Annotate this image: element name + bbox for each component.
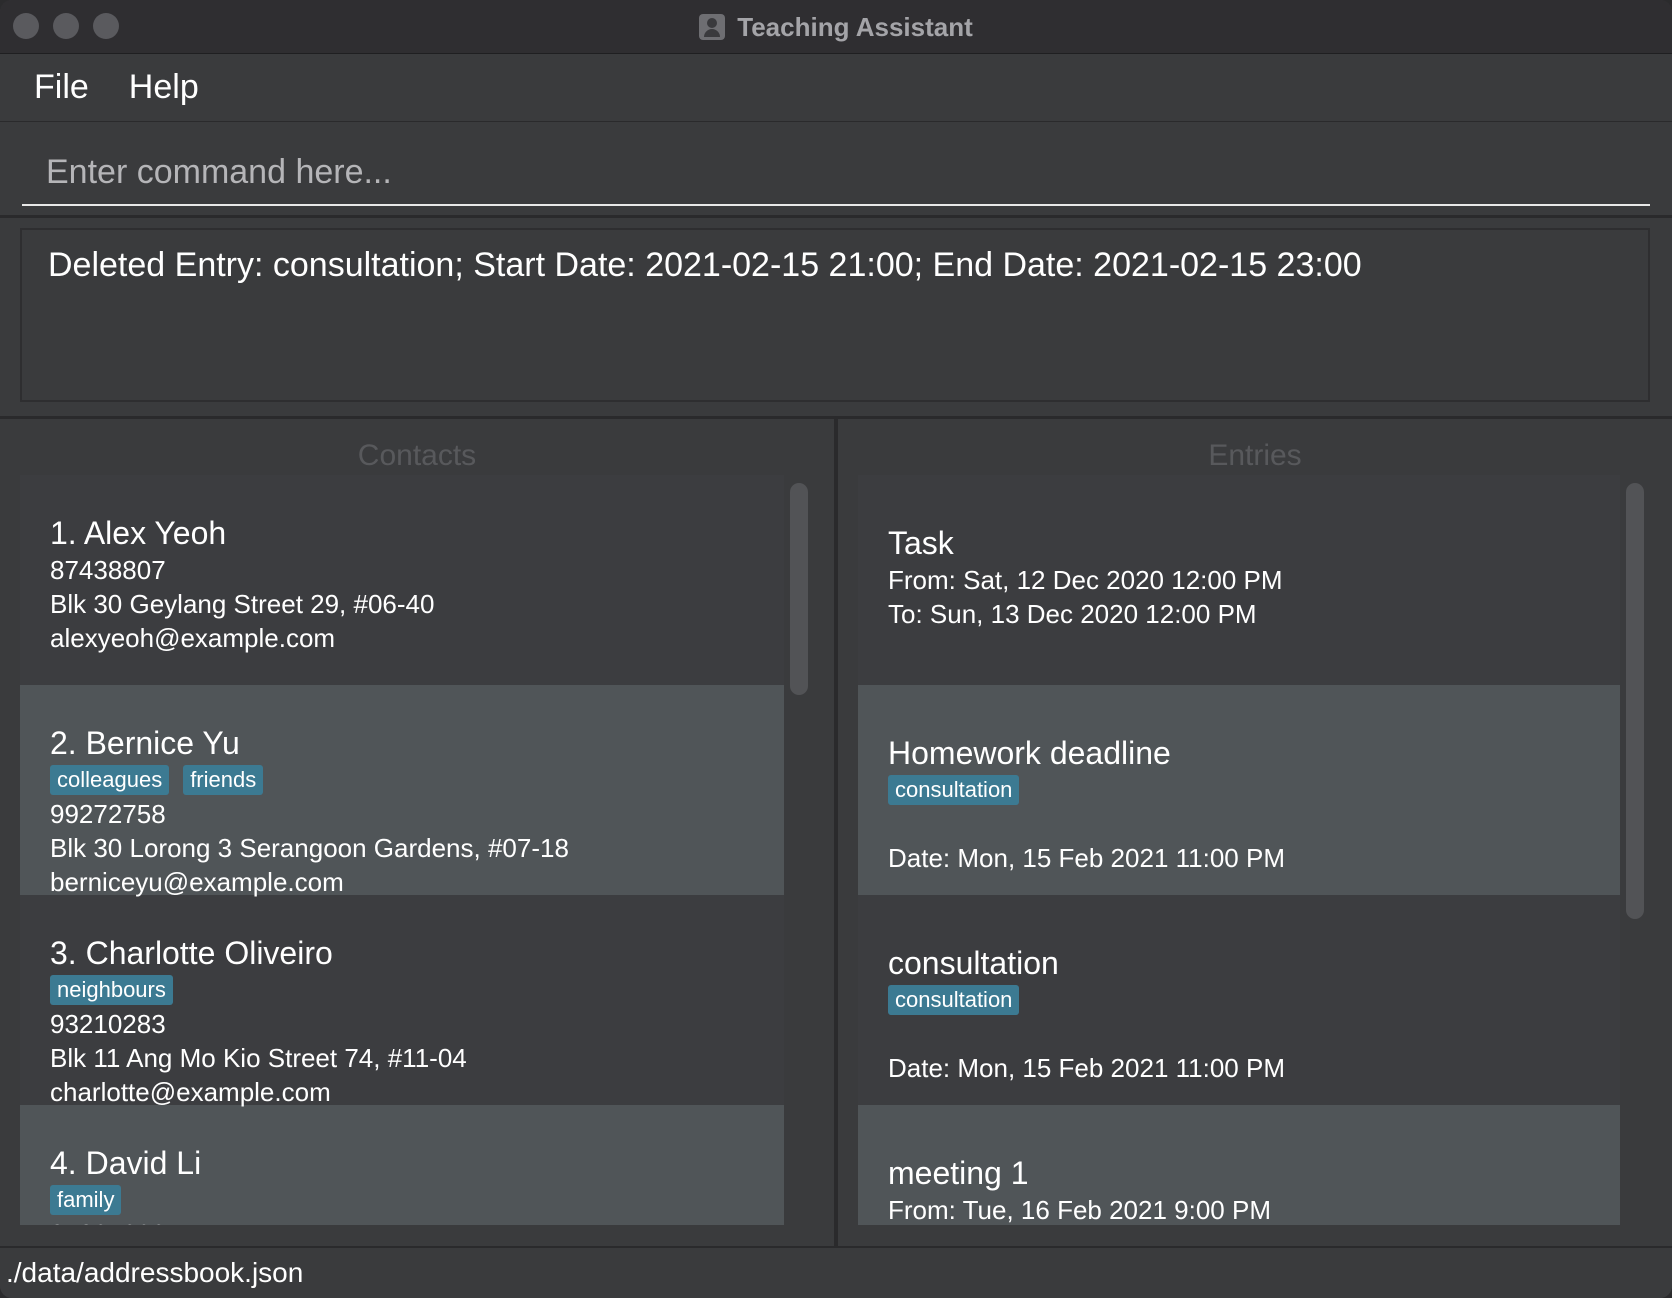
contact-address: Blk 30 Lorong 3 Serangoon Gardens, #07-1… <box>50 833 569 863</box>
entry-date: Date: Mon, 15 Feb 2021 11:00 PM <box>888 1053 1285 1083</box>
contact-phone: 99272758 <box>50 799 166 829</box>
contact-phone: 93210283 <box>50 1009 166 1039</box>
tag-badge: consultation <box>888 985 1020 1015</box>
entry-start: From: Sat, 12 Dec 2020 12:00 PM <box>888 565 1283 595</box>
entry-start: From: Tue, 16 Feb 2021 9:00 PM <box>888 1195 1271 1225</box>
contact-name: 3. Charlotte Oliveiro <box>50 935 333 971</box>
entry-card[interactable]: meeting 1 From: Tue, 16 Feb 2021 9:00 PM <box>858 1105 1620 1225</box>
status-bar-path: ./data/addressbook.json <box>0 1246 1672 1298</box>
contacts-scrollbar[interactable] <box>790 483 808 695</box>
menu-help[interactable]: Help <box>129 68 199 107</box>
entries-panel-title: Entries <box>1208 439 1302 472</box>
entry-title: Task <box>888 525 954 561</box>
entry-blank-line <box>888 807 1590 841</box>
menu-file[interactable]: File <box>34 68 89 107</box>
contact-address: Blk 30 Geylang Street 29, #06-40 <box>50 589 435 619</box>
result-message: Deleted Entry: consultation; Start Date:… <box>20 228 1650 402</box>
contact-tags: family <box>50 1183 754 1217</box>
window-title: Teaching Assistant <box>737 11 973 42</box>
title-wrap: Teaching Assistant <box>0 0 1672 54</box>
contact-phone: 91031282 <box>50 1217 754 1225</box>
contacts-panel-title: Contacts <box>357 439 477 472</box>
tag-badge: neighbours <box>50 975 173 1005</box>
tag-badge: consultation <box>888 775 1020 805</box>
contacts-list[interactable]: 1. Alex Yeoh 87438807 Blk 30 Geylang Str… <box>20 475 784 1225</box>
tag-badge: colleagues <box>50 765 170 795</box>
entry-end: To: Sun, 13 Dec 2020 12:00 PM <box>888 599 1257 629</box>
contact-card[interactable]: 4. David Li family 91031282 <box>20 1105 784 1225</box>
entry-title: consultation <box>888 945 1059 981</box>
result-display: Deleted Entry: consultation; Start Date:… <box>0 218 1672 416</box>
entry-tags: consultation <box>888 773 1590 807</box>
contact-name: 1. Alex Yeoh <box>50 515 227 551</box>
entry-tags: consultation <box>888 983 1590 1017</box>
contact-card[interactable]: 2. Bernice Yu colleagues friends 9927275… <box>20 685 784 897</box>
entries-scrollbar[interactable] <box>1626 483 1644 919</box>
entry-card[interactable]: consultation consultation Date: Mon, 15 … <box>858 895 1620 1105</box>
tag-badge: family <box>50 1185 122 1215</box>
panel-divider[interactable] <box>834 419 838 1249</box>
main-panels: Contacts Entries 1. Alex Yeoh 87438807 B… <box>0 416 1672 1249</box>
entry-card[interactable]: Homework deadline consultation Date: Mon… <box>858 685 1620 895</box>
command-input[interactable] <box>22 140 1650 206</box>
contact-card[interactable]: 1. Alex Yeoh 87438807 Blk 30 Geylang Str… <box>20 475 784 685</box>
contact-phone: 87438807 <box>50 555 166 585</box>
contact-email: charlotte@example.com <box>50 1077 331 1107</box>
entry-title: meeting 1 <box>888 1155 1029 1191</box>
contact-tags: colleagues friends <box>50 763 754 797</box>
contact-name: 4. David Li <box>50 1145 202 1181</box>
title-bar: Teaching Assistant <box>0 0 1672 54</box>
contact-name: 2. Bernice Yu <box>50 725 240 761</box>
contact-email: berniceyu@example.com <box>50 867 344 897</box>
command-box <box>0 122 1672 218</box>
address-book-icon <box>699 14 726 40</box>
contact-address: Blk 11 Ang Mo Kio Street 74, #11-04 <box>50 1043 467 1073</box>
entry-date: Date: Mon, 15 Feb 2021 11:00 PM <box>888 843 1285 873</box>
entry-blank-line <box>888 1017 1590 1051</box>
entry-title: Homework deadline <box>888 735 1171 771</box>
app-window: Teaching Assistant File Help Deleted Ent… <box>0 0 1672 1298</box>
menu-bar: File Help <box>0 54 1672 122</box>
tag-badge: friends <box>183 765 264 795</box>
contact-email: alexyeoh@example.com <box>50 623 336 653</box>
entry-card[interactable]: Task From: Sat, 12 Dec 2020 12:00 PM To:… <box>858 475 1620 685</box>
entries-list[interactable]: Task From: Sat, 12 Dec 2020 12:00 PM To:… <box>858 475 1620 1225</box>
contact-card[interactable]: 3. Charlotte Oliveiro neighbours 9321028… <box>20 895 784 1107</box>
contact-tags: neighbours <box>50 973 754 1007</box>
